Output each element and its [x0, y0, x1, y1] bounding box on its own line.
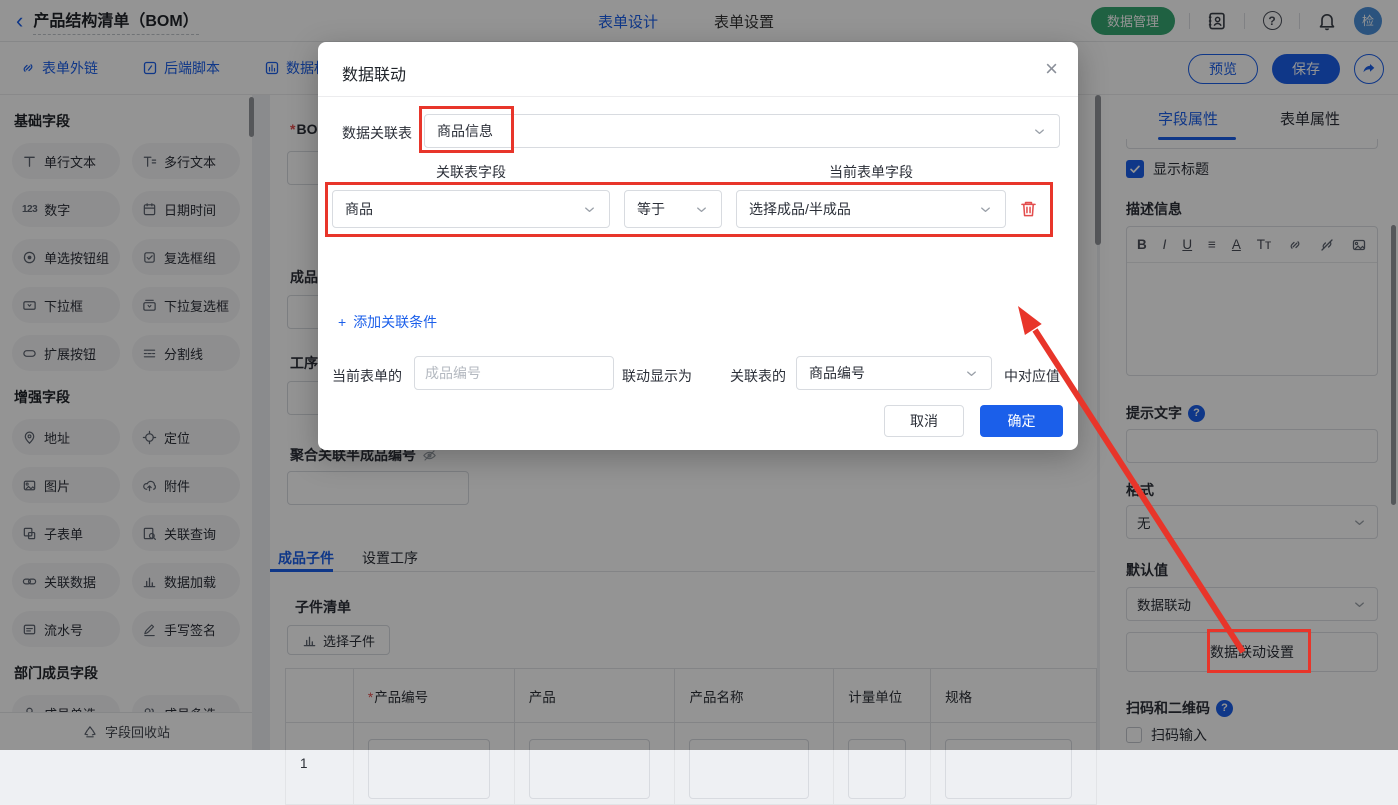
condition-related-field-select[interactable]: 商品 — [332, 190, 610, 228]
chevron-down-icon — [981, 206, 990, 212]
display-as-label: 联动显示为 — [622, 368, 692, 384]
related-field-select[interactable]: 商品编号 — [796, 356, 992, 390]
chevron-down-icon — [967, 370, 976, 376]
column-header-related-field: 关联表字段 — [436, 164, 506, 180]
close-icon[interactable]: × — [1045, 56, 1058, 82]
plus-icon: + — [338, 314, 347, 330]
relation-table-label: 数据关联表 — [342, 125, 412, 141]
modal-header-divider — [318, 96, 1078, 97]
condition-current-field-select[interactable]: 选择成品/半成品 — [736, 190, 1006, 228]
chevron-down-icon — [585, 206, 594, 212]
relation-table-select[interactable]: 商品信息 — [424, 114, 1060, 148]
column-header-current-form-field: 当前表单字段 — [829, 164, 913, 180]
chevron-down-icon — [697, 206, 706, 212]
current-form-label: 当前表单的 — [332, 368, 402, 384]
related-table-label: 关联表的 — [730, 368, 786, 384]
modal-title: 数据联动 — [342, 67, 407, 84]
corresponding-value-label: 中对应值 — [1004, 368, 1060, 384]
chevron-down-icon — [1035, 128, 1044, 134]
delete-condition-trash-icon[interactable] — [1019, 199, 1038, 218]
cancel-button[interactable]: 取消 — [884, 405, 964, 437]
confirm-button[interactable]: 确定 — [980, 405, 1063, 437]
condition-operator-select[interactable]: 等于 — [624, 190, 722, 228]
current-form-field-input[interactable] — [414, 356, 614, 390]
add-condition-link[interactable]: + 添加关联条件 — [338, 312, 437, 332]
data-linkage-modal: 数据联动 × 数据关联表 商品信息 关联表字段 当前表单字段 商品 等于 选择成… — [318, 42, 1078, 450]
